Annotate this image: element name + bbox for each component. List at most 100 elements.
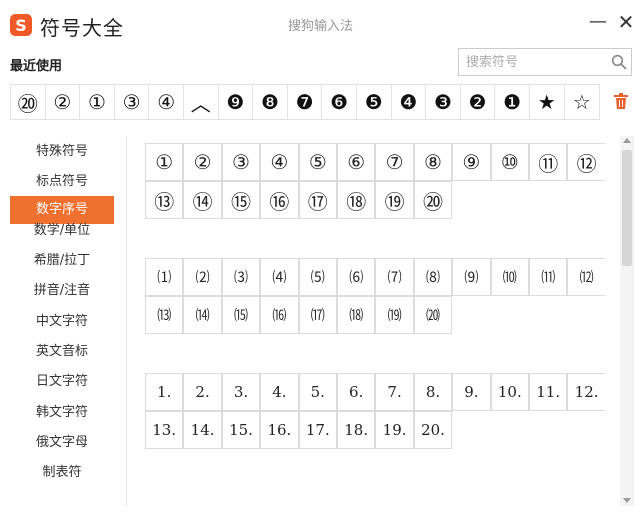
- symbol-cell[interactable]: ③: [221, 143, 261, 181]
- minimize-button[interactable]: —: [588, 12, 608, 32]
- sidebar-item[interactable]: 制表符: [10, 459, 114, 487]
- symbol-cell[interactable]: ⑾: [529, 258, 568, 296]
- recent-symbol-cell[interactable]: ❹: [392, 85, 427, 119]
- symbol-cell[interactable]: ⑸: [298, 258, 337, 296]
- symbol-cell[interactable]: ⑰: [298, 181, 337, 219]
- symbol-cell[interactable]: ⒆: [375, 296, 414, 334]
- symbol-cell[interactable]: 14.: [183, 411, 222, 449]
- recent-symbol-cell[interactable]: ❶: [495, 85, 530, 119]
- symbol-cell[interactable]: ⑥: [337, 143, 376, 181]
- sidebar-item[interactable]: 中文字符: [10, 308, 114, 336]
- recent-symbol-cell[interactable]: ❽: [253, 85, 288, 119]
- symbol-cell[interactable]: 2.: [183, 373, 222, 411]
- symbol-cell[interactable]: ②: [183, 143, 222, 181]
- scroll-down-arrow-icon[interactable]: [623, 498, 631, 503]
- recent-symbol-cell[interactable]: ❺: [357, 85, 392, 119]
- symbol-cell[interactable]: 4.: [260, 373, 299, 411]
- symbol-cell[interactable]: 1.: [145, 373, 184, 411]
- sidebar-item[interactable]: 日文字符: [10, 368, 114, 396]
- symbol-cell[interactable]: 15.: [221, 411, 261, 449]
- symbol-cell[interactable]: ⑬: [145, 181, 184, 219]
- recent-symbol-cell[interactable]: ①: [80, 85, 115, 119]
- symbol-cell[interactable]: ⑶: [221, 258, 261, 296]
- symbol-cell[interactable]: ⑴: [145, 258, 184, 296]
- symbol-cell[interactable]: 9.: [452, 373, 491, 411]
- sidebar-item[interactable]: 英文音标: [10, 338, 114, 366]
- symbol-cell[interactable]: 12.: [567, 373, 605, 411]
- symbol-cell[interactable]: ⑼: [452, 258, 491, 296]
- symbol-cell[interactable]: ⑫: [567, 143, 605, 181]
- symbol-cell[interactable]: 3.: [221, 373, 261, 411]
- sidebar-item[interactable]: 希腊/拉丁: [10, 247, 114, 275]
- symbol-cell[interactable]: ⑵: [183, 258, 222, 296]
- symbol-cell[interactable]: 8.: [413, 373, 453, 411]
- symbol-cell[interactable]: ⑪: [529, 143, 568, 181]
- recent-symbol-cell[interactable]: ❸: [426, 85, 461, 119]
- symbol-cell[interactable]: ⒂: [221, 296, 261, 334]
- symbol-cell[interactable]: 20.: [413, 411, 453, 449]
- symbol-cell[interactable]: ⑺: [375, 258, 414, 296]
- symbol-cell[interactable]: ⑱: [337, 181, 376, 219]
- symbol-cell[interactable]: ⒇: [413, 296, 453, 334]
- search-box[interactable]: [458, 48, 632, 76]
- symbol-cell[interactable]: ⑿: [567, 258, 605, 296]
- symbol-cell[interactable]: ⑯: [260, 181, 299, 219]
- symbol-cell[interactable]: ⒀: [145, 296, 184, 334]
- symbol-cell[interactable]: ⑲: [375, 181, 414, 219]
- symbol-cell[interactable]: ⒅: [337, 296, 376, 334]
- search-icon[interactable]: [611, 54, 627, 70]
- recent-symbol-cell[interactable]: ⑳: [11, 85, 46, 119]
- recent-symbol-cell[interactable]: ︿: [184, 85, 219, 119]
- scrollbar-thumb[interactable]: [622, 150, 632, 266]
- symbol-cell[interactable]: ⒄: [298, 296, 337, 334]
- recent-symbol-cell[interactable]: ④: [149, 85, 184, 119]
- symbol-cell[interactable]: 13.: [145, 411, 184, 449]
- symbol-cell[interactable]: ⑭: [183, 181, 222, 219]
- sidebar-item[interactable]: 数学/单位: [10, 217, 114, 245]
- recent-symbol-cell[interactable]: ❷: [461, 85, 496, 119]
- sidebar-item[interactable]: 标点符号: [10, 168, 114, 196]
- symbol-cell[interactable]: 19.: [375, 411, 414, 449]
- symbol-cell[interactable]: ⑻: [413, 258, 453, 296]
- recent-symbol-cell[interactable]: ☆: [565, 85, 600, 119]
- symbol-cell[interactable]: 16.: [260, 411, 299, 449]
- symbol-cell[interactable]: ⑹: [337, 258, 376, 296]
- scroll-up-arrow-icon[interactable]: [623, 138, 631, 143]
- symbol-cell[interactable]: ⑩: [490, 143, 529, 181]
- recent-symbol-cell[interactable]: ★: [530, 85, 565, 119]
- recent-symbol-cell[interactable]: ❻: [322, 85, 357, 119]
- symbol-cell[interactable]: ⑽: [490, 258, 529, 296]
- recent-symbol-cell[interactable]: ❾: [219, 85, 254, 119]
- symbol-cell[interactable]: ⒁: [183, 296, 222, 334]
- symbol-cell[interactable]: 17.: [298, 411, 337, 449]
- symbol-cell[interactable]: 5.: [298, 373, 337, 411]
- trash-icon[interactable]: [612, 92, 630, 110]
- sidebar-item[interactable]: 特殊符号: [10, 138, 114, 166]
- recent-symbol-cell[interactable]: ③: [115, 85, 150, 119]
- close-button[interactable]: ✕: [616, 12, 636, 32]
- symbol-cell[interactable]: 18.: [337, 411, 376, 449]
- sidebar-item[interactable]: 拼音/注音: [10, 277, 114, 305]
- symbol-cell[interactable]: ⒃: [260, 296, 299, 334]
- recent-symbol-cell[interactable]: ②: [46, 85, 81, 119]
- symbol-cell[interactable]: ⑳: [413, 181, 453, 219]
- symbol-cell[interactable]: 10.: [490, 373, 529, 411]
- sidebar-item[interactable]: 俄文字母: [10, 429, 114, 457]
- symbol-cell[interactable]: 7.: [375, 373, 414, 411]
- symbol-cell[interactable]: ⑤: [298, 143, 337, 181]
- symbol-cell[interactable]: ⑷: [260, 258, 299, 296]
- symbol-cell[interactable]: ⑮: [221, 181, 261, 219]
- symbol-cell[interactable]: ⑧: [413, 143, 453, 181]
- sidebar-item[interactable]: 韩文字符: [10, 399, 114, 427]
- ime-name-label: 搜狗输入法: [288, 19, 354, 34]
- symbol-cell[interactable]: 11.: [529, 373, 568, 411]
- sidebar-divider: [126, 136, 127, 506]
- search-input[interactable]: [459, 49, 605, 75]
- symbol-cell[interactable]: 6.: [337, 373, 376, 411]
- symbol-cell[interactable]: ①: [145, 143, 184, 181]
- symbol-cell[interactable]: ④: [260, 143, 299, 181]
- recent-symbol-cell[interactable]: ❼: [288, 85, 323, 119]
- symbol-cell[interactable]: ⑨: [452, 143, 491, 181]
- symbol-cell[interactable]: ⑦: [375, 143, 414, 181]
- scrollbar[interactable]: [620, 136, 634, 506]
